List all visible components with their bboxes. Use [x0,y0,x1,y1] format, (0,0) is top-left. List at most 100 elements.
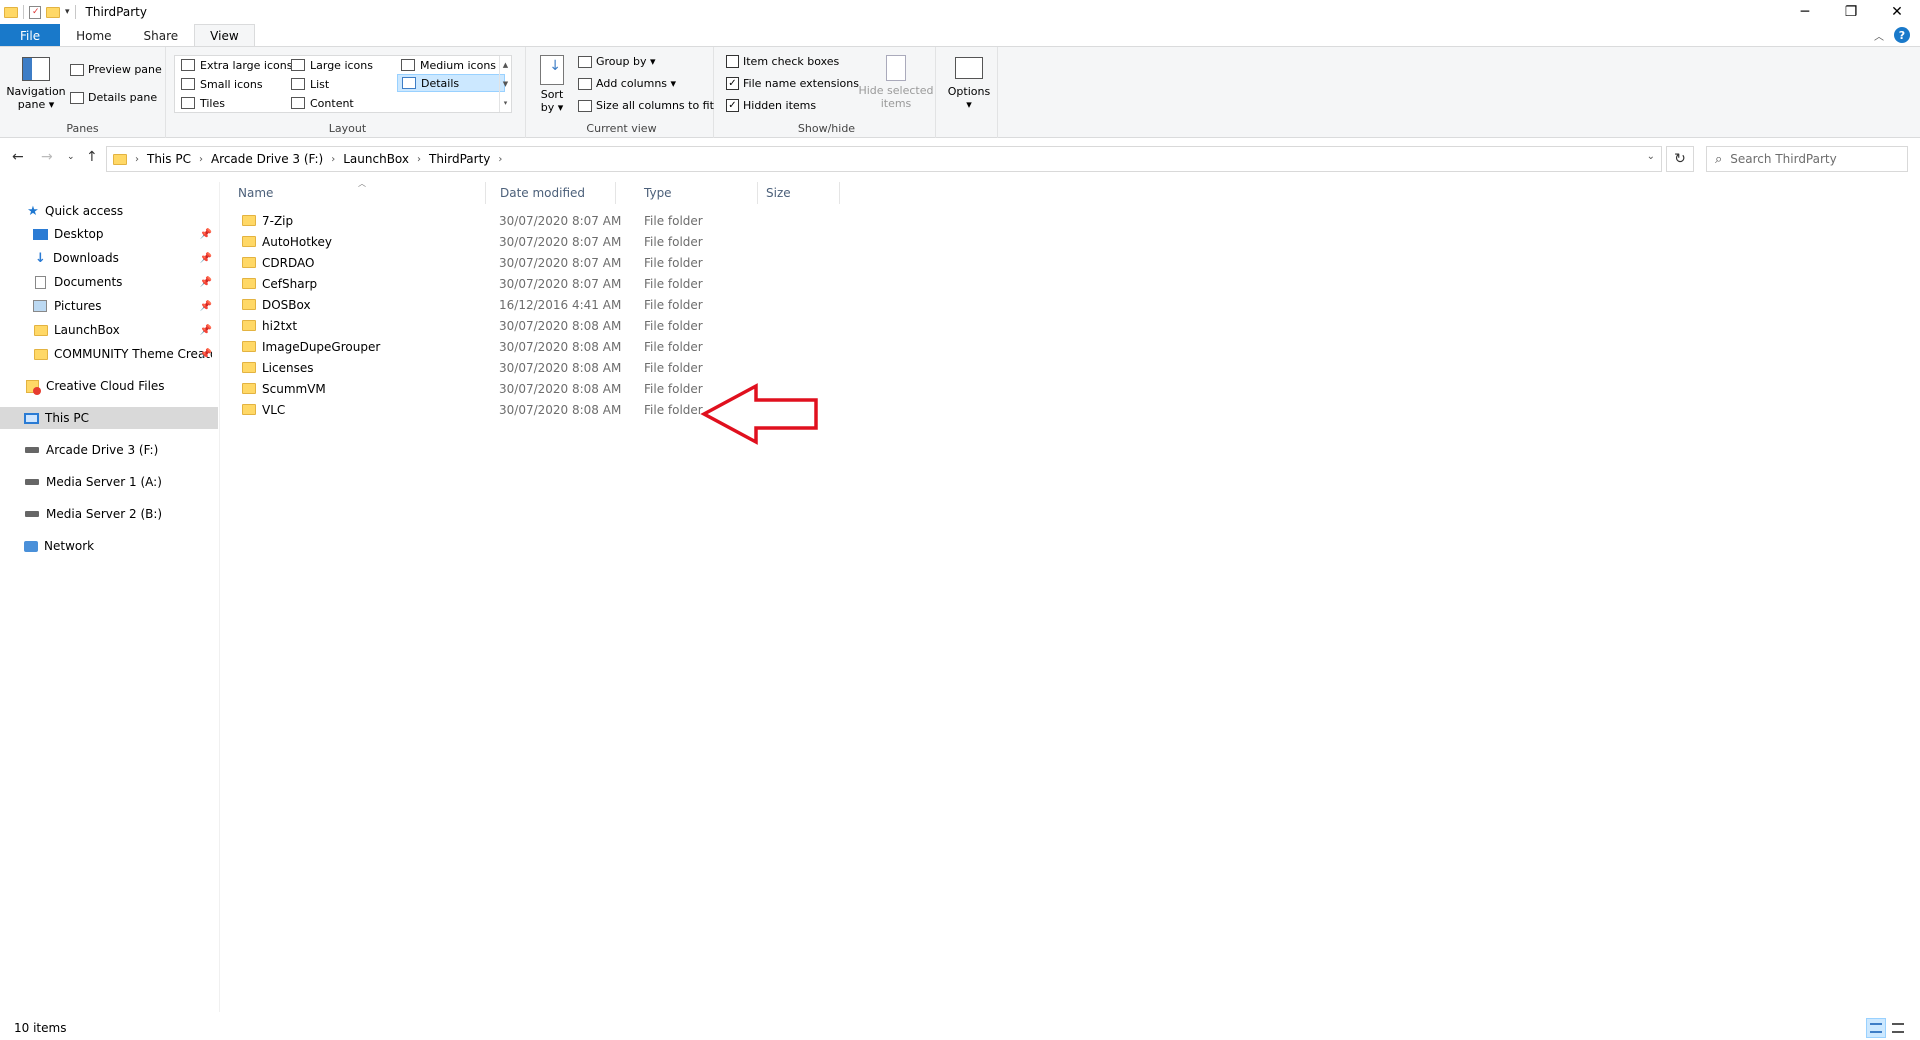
size-all-columns-button[interactable]: Size all columns to fit [578,99,714,112]
nav-label: Media Server 1 (A:) [46,475,162,489]
customize-toolbar-icon[interactable]: ▾ [65,7,70,17]
file-name-extensions-checkbox[interactable]: ✓ [726,77,739,90]
nav-item-desktop[interactable]: Desktop 📌 [0,223,218,245]
details-pane-button[interactable]: Details pane [70,91,157,104]
pin-icon[interactable]: 📌 [200,349,212,360]
properties-icon[interactable]: ✓ [29,5,41,19]
breadcrumb-separator-icon[interactable]: › [329,154,337,165]
pin-icon[interactable]: 📌 [200,325,212,336]
file-row[interactable]: ImageDupeGrouper 30/07/2020 8:08 AM File f… [232,336,832,357]
options-button[interactable]: Options ▾ [946,57,992,111]
file-name: hi2txt [262,318,298,333]
nav-item-pictures[interactable]: Pictures 📌 [0,295,218,317]
pin-icon[interactable]: 📌 [200,277,212,288]
address-bar[interactable]: › This PC › Arcade Drive 3 (F:) › Launch… [106,146,1662,172]
add-columns-button[interactable]: Add columns ▾ [578,77,676,90]
breadcrumb-launchbox[interactable]: LaunchBox [337,152,415,166]
layout-extra-large-icons[interactable]: Extra large icons [177,56,296,74]
breadcrumb-thirdparty[interactable]: ThirdParty [423,152,496,166]
item-check-boxes-toggle[interactable]: Item check boxes [726,55,839,68]
group-by-button[interactable]: Group by ▾ [578,55,656,68]
hide-selected-items-button[interactable]: Hide selected items [858,55,934,110]
tab-view[interactable]: View [194,24,255,46]
details-view-button[interactable] [1866,1018,1886,1038]
breadcrumb-separator-icon[interactable]: › [415,154,423,165]
column-header-date-modified[interactable]: Date modified [494,182,616,204]
file-row[interactable]: DOSBox 16/12/2016 4:41 AM File folder [232,294,832,315]
address-dropdown-icon[interactable]: ⌄ [1647,151,1655,162]
breadcrumb-separator-icon[interactable]: › [197,154,205,165]
breadcrumb-this-pc[interactable]: This PC [141,152,197,166]
column-header-type[interactable]: Type [638,182,758,204]
recent-locations-chevron-icon[interactable]: ⌄ [67,152,75,162]
file-name-cell: VLC [242,403,285,417]
nav-item-arcade-drive[interactable]: Arcade Drive 3 (F:) [0,439,218,461]
nav-label: Creative Cloud Files [46,379,165,393]
nav-item-media-server-2[interactable]: Media Server 2 (B:) [0,503,218,525]
breadcrumb-separator-icon[interactable]: › [133,154,141,165]
column-header-name[interactable]: Name [232,182,486,204]
nav-item-network[interactable]: Network [0,535,218,557]
file-row[interactable]: CefSharp 30/07/2020 8:07 AM File folder [232,273,832,294]
minimize-button[interactable]: ─ [1782,0,1828,24]
nav-item-media-server-1[interactable]: Media Server 1 (A:) [0,471,218,493]
file-row[interactable]: Licenses 30/07/2020 8:08 AM File folder [232,357,832,378]
tab-share[interactable]: Share [128,24,195,46]
nav-item-quick-access[interactable]: ★ Quick access [0,200,218,222]
forward-arrow-icon[interactable]: → [41,149,53,165]
layout-large-icons[interactable]: Large icons [287,56,377,74]
layout-small-icons[interactable]: Small icons [177,75,267,93]
new-folder-icon[interactable] [46,6,60,18]
layout-gallery-scroll[interactable]: ▲ ▼ ▾ [499,56,511,112]
tab-file[interactable]: File [0,24,61,46]
breadcrumb-arcade-drive[interactable]: Arcade Drive 3 (F:) [205,152,329,166]
layout-medium-icons[interactable]: Medium icons [397,56,500,74]
file-type: File folder [644,276,703,291]
help-icon[interactable]: ? [1894,27,1910,43]
refresh-button[interactable]: ↻ [1666,146,1694,172]
file-row[interactable]: hi2txt 30/07/2020 8:08 AM File folder [232,315,832,336]
layout-details[interactable]: Details [397,74,505,92]
file-row[interactable]: CDRDAO 30/07/2020 8:07 AM File folder [232,252,832,273]
close-button[interactable]: ✕ [1874,0,1920,24]
layout-content[interactable]: Content [287,94,358,112]
item-check-boxes-checkbox[interactable] [726,55,739,68]
column-header-size[interactable]: Size [760,182,840,204]
file-row[interactable]: AutoHotkey 30/07/2020 8:07 AM File folder [232,231,832,252]
hidden-items-checkbox[interactable]: ✓ [726,99,739,112]
show-hide-group: Item check boxes ✓ File name extensions … [718,47,936,138]
layout-item-label: Small icons [200,77,263,91]
expand-gallery-icon[interactable]: ▾ [504,99,508,107]
search-input[interactable] [1730,152,1891,166]
breadcrumb-separator-icon[interactable]: › [496,154,504,165]
nav-item-documents[interactable]: Documents 📌 [0,271,218,293]
nav-item-launchbox[interactable]: LaunchBox 📌 [0,319,218,341]
layout-item-label: Content [310,96,354,110]
navigation-pane-button[interactable]: Navigation pane ▾ [6,57,66,111]
chevron-up-icon[interactable]: ▲ [503,61,508,69]
nav-item-community-theme[interactable]: COMMUNITY Theme Creato 📌 [0,343,218,365]
search-box[interactable]: ⌕ [1706,146,1908,172]
chevron-down-icon[interactable]: ▼ [503,80,508,88]
layout-tiles[interactable]: Tiles [177,94,229,112]
hidden-items-toggle[interactable]: ✓ Hidden items [726,99,816,112]
pin-icon[interactable]: 📌 [200,229,212,240]
chevron-up-icon[interactable]: ︿ [1874,28,1884,43]
sort-by-button[interactable]: ↓ Sort by ▾ [536,55,568,114]
file-name-extensions-toggle[interactable]: ✓ File name extensions [726,77,859,90]
up-arrow-icon[interactable]: ↑ [86,149,98,165]
file-row[interactable]: 7-Zip 30/07/2020 8:07 AM File folder [232,210,832,231]
nav-item-creative-cloud[interactable]: Creative Cloud Files [0,375,218,397]
nav-item-this-pc[interactable]: This PC [0,407,218,429]
layout-list[interactable]: List [287,75,333,93]
tab-home[interactable]: Home [60,24,127,46]
preview-pane-button[interactable]: Preview pane [70,63,162,76]
back-arrow-icon[interactable]: ← [12,149,24,165]
pin-icon[interactable]: 📌 [200,301,212,312]
large-icons-view-button[interactable] [1888,1018,1908,1038]
pin-icon[interactable]: 📌 [200,253,212,264]
restore-button[interactable]: ❐ [1828,0,1874,24]
details-pane-label: Details pane [88,91,158,104]
nav-item-downloads[interactable]: ↓ Downloads 📌 [0,247,218,269]
navigation-pane-label-2: pane ▾ [17,98,55,111]
